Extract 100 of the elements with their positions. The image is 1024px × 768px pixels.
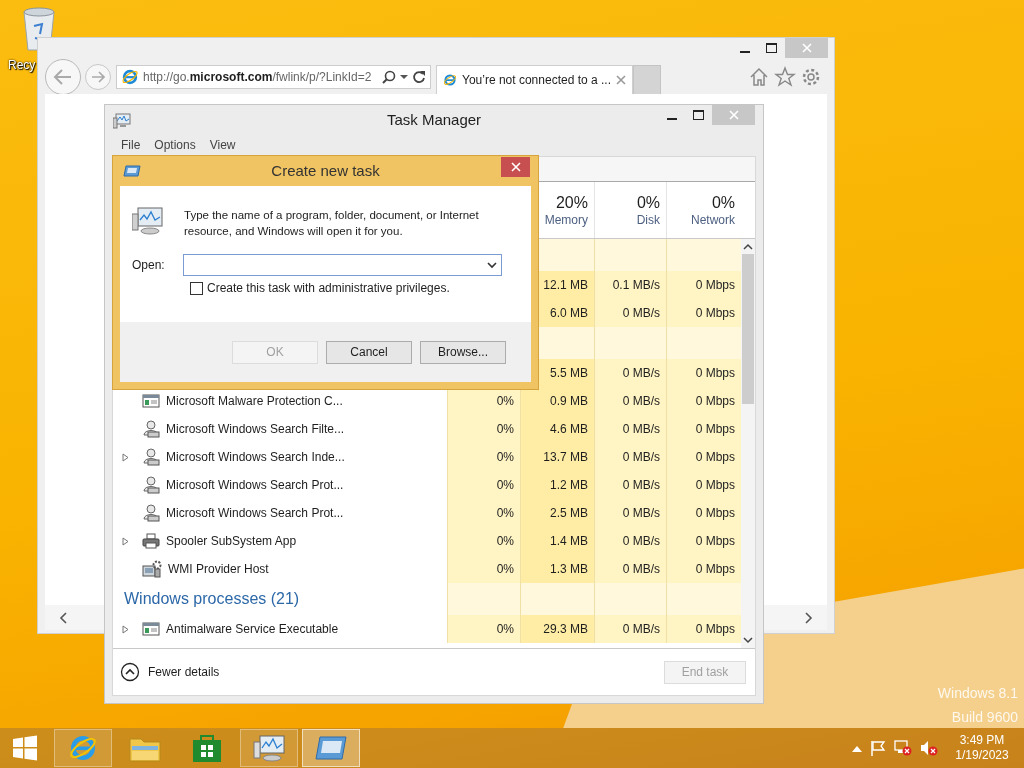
dialog-button[interactable]: Cancel xyxy=(326,340,412,364)
open-combo-field[interactable] xyxy=(183,254,502,277)
process-name[interactable]: Microsoft Windows Search Prot... xyxy=(166,477,344,493)
table-cell xyxy=(594,583,666,615)
table-cell: 1.2 MB xyxy=(520,471,594,499)
scroll-left-button[interactable] xyxy=(59,611,67,624)
menu-item[interactable]: File xyxy=(121,138,141,153)
field-label: Open: xyxy=(132,257,166,273)
table-cell: 0 Mbps xyxy=(666,615,741,643)
expand-arrow-icon[interactable] xyxy=(122,624,129,634)
minimize-icon xyxy=(739,50,750,53)
expand-arrow-icon[interactable] xyxy=(122,452,129,462)
menu-item[interactable]: View xyxy=(209,138,236,153)
search-icon[interactable] xyxy=(382,70,396,84)
scroll-up-button[interactable] xyxy=(743,243,753,250)
forward-arrow-icon xyxy=(91,71,105,83)
browser-logo-icon xyxy=(121,68,139,86)
browser-logo-icon xyxy=(68,733,98,763)
network-error-icon xyxy=(894,740,912,756)
table-cell: 0 Mbps xyxy=(666,299,741,327)
url-text: http://go.microsoft.com/fwlink/p/?LinkId=2 xyxy=(143,69,372,85)
scroll-right-button[interactable] xyxy=(805,611,813,624)
close-tab-button[interactable] xyxy=(616,75,626,85)
table-cell: 0 MB/s xyxy=(594,527,666,555)
process-name[interactable]: Microsoft Windows Search Prot... xyxy=(166,505,344,521)
back-arrow-icon xyxy=(53,69,73,85)
table-cell: 1.3 MB xyxy=(520,555,594,583)
process-name[interactable]: Microsoft Malware Protection C... xyxy=(166,393,343,409)
dropdown-caret-icon[interactable] xyxy=(400,74,408,80)
column-percent: 0% xyxy=(636,192,660,213)
network-button[interactable] xyxy=(894,740,912,756)
table-cell: 0 MB/s xyxy=(594,443,666,471)
taskbar-app-button[interactable] xyxy=(240,729,298,767)
table-cell: 0 Mbps xyxy=(666,527,741,555)
table-cell: 0 MB/s xyxy=(594,359,666,387)
table-cell: 1.4 MB xyxy=(520,527,594,555)
table-cell: 0.1 MB/s xyxy=(594,271,666,299)
tab-title: You’re not connected to a ... xyxy=(462,72,611,88)
column-percent: 20% xyxy=(555,192,588,213)
process-name[interactable]: Microsoft Windows Search Inde... xyxy=(166,449,345,465)
home-icon xyxy=(748,66,770,88)
column-percent: 0% xyxy=(711,192,735,213)
flag-icon xyxy=(870,740,886,756)
table-cell: 0% xyxy=(447,555,520,583)
show-hidden-icons-button[interactable] xyxy=(852,744,862,752)
settings-button[interactable] xyxy=(800,66,822,88)
close-icon xyxy=(510,162,521,172)
table-cell: 0 MB/s xyxy=(594,415,666,443)
group-header[interactable]: Windows processes (21) xyxy=(122,589,300,609)
table-cell: 0 Mbps xyxy=(666,499,741,527)
process-name[interactable]: WMI Provider Host xyxy=(168,561,269,577)
table-cell: 0 Mbps xyxy=(666,471,741,499)
table-cell: 4.6 MB xyxy=(520,415,594,443)
expand-arrow-icon[interactable] xyxy=(122,536,129,546)
user-computer-icon xyxy=(142,448,160,466)
triangle-up-icon xyxy=(852,744,862,752)
process-name[interactable]: Microsoft Windows Search Filte... xyxy=(166,421,345,437)
user-computer-icon xyxy=(142,504,160,522)
favorites-button[interactable] xyxy=(774,66,796,88)
close-button[interactable] xyxy=(501,157,530,177)
table-cell: 0 MB/s xyxy=(594,471,666,499)
scrollbar-thumb[interactable] xyxy=(742,254,754,404)
table-cell: 0 Mbps xyxy=(666,387,741,415)
table-cell: 0% xyxy=(447,471,520,499)
window-icon xyxy=(315,736,347,760)
table-cell: 0 Mbps xyxy=(666,415,741,443)
address-bar[interactable]: http://go.microsoft.com/fwlink/p/?LinkId=2 xyxy=(116,65,431,89)
start-icon xyxy=(12,735,38,761)
table-cell: 0 Mbps xyxy=(666,271,741,299)
shopping-bag-icon xyxy=(192,733,222,763)
star-icon xyxy=(774,66,796,88)
scroll-down-button[interactable] xyxy=(743,637,753,644)
column-header[interactable]: Disk xyxy=(636,212,660,228)
action-center-button[interactable] xyxy=(870,740,886,756)
column-header[interactable]: Network xyxy=(691,212,735,228)
user-computer-icon xyxy=(142,476,160,494)
browser-tab[interactable]: You’re not connected to a ... xyxy=(436,65,633,94)
table-cell: 0% xyxy=(447,527,520,555)
settings-icon xyxy=(800,66,822,88)
dialog-title: Create new task xyxy=(271,162,380,181)
chevron-down-icon xyxy=(743,637,753,644)
table-cell: 0 Mbps xyxy=(666,443,741,471)
dialog-button[interactable]: Browse... xyxy=(420,340,506,364)
table-cell: 29.3 MB xyxy=(520,615,594,643)
refresh-icon[interactable] xyxy=(412,70,426,84)
task-manager-icon xyxy=(113,113,131,129)
taskbar-app-button[interactable] xyxy=(302,729,360,767)
close-icon xyxy=(616,75,626,85)
table-cell: 0 MB/s xyxy=(594,387,666,415)
table-cell: 0% xyxy=(447,443,520,471)
home-button[interactable] xyxy=(748,66,770,88)
menu-item[interactable]: Options xyxy=(154,138,196,153)
table-cell: 0 Mbps xyxy=(666,359,741,387)
column-header[interactable]: Memory xyxy=(544,212,588,228)
process-name[interactable]: Antimalware Service Executable xyxy=(166,621,339,637)
volume-button[interactable] xyxy=(920,740,938,756)
back-button[interactable] xyxy=(45,59,81,95)
process-name[interactable]: Spooler SubSystem App xyxy=(166,533,297,549)
fewer-details-button[interactable]: Fewer details xyxy=(120,662,220,682)
checkbox[interactable] xyxy=(190,282,203,296)
